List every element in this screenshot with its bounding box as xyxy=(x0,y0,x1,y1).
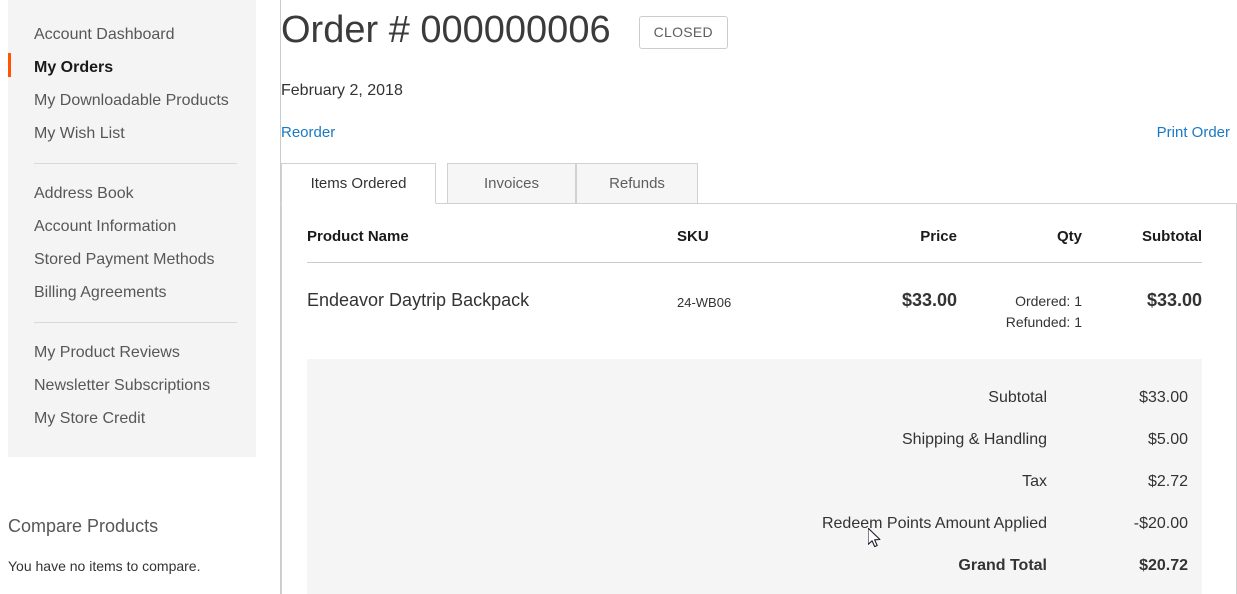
totals-value-subtotal: $33.00 xyxy=(1139,389,1188,406)
order-actions: Reorder Print Order xyxy=(281,123,1237,145)
main-content: Order # 000000006 CLOSED February 2, 201… xyxy=(281,0,1237,594)
totals-row-shipping: Shipping & Handling $5.00 xyxy=(307,419,1202,461)
cell-subtotal: $33.00 xyxy=(1146,290,1202,310)
totals-row-tax: Tax $2.72 xyxy=(307,461,1202,503)
qty-refunded-value: 1 xyxy=(1074,314,1082,330)
sidebar-item-billing-agreements[interactable]: Billing Agreements xyxy=(8,276,256,309)
table-row: Endeavor Daytrip Backpack 24-WB06 $33.00… xyxy=(307,263,1202,334)
column-header-subtotal: Subtotal xyxy=(1082,228,1202,263)
qty-ordered: Ordered: 1 xyxy=(957,291,1082,312)
totals-value-redeem-points: -$20.00 xyxy=(1133,515,1188,532)
items-ordered-panel: Product Name SKU Price Qty Subtotal Ende… xyxy=(281,203,1237,594)
totals-value-shipping: $5.00 xyxy=(1147,431,1188,448)
column-header-product-name: Product Name xyxy=(307,228,677,263)
tab-refunds[interactable]: Refunds xyxy=(576,163,698,204)
order-items-table-head: Product Name SKU Price Qty Subtotal xyxy=(307,228,1202,263)
sidebar-item-my-downloadable-products[interactable]: My Downloadable Products xyxy=(8,84,256,117)
account-nav: Account Dashboard My Orders My Downloada… xyxy=(8,0,256,457)
sidebar-item-my-product-reviews[interactable]: My Product Reviews xyxy=(8,336,256,369)
totals-value-grand-total: $20.72 xyxy=(1139,557,1188,574)
column-header-qty: Qty xyxy=(957,228,1082,263)
tab-label: Items Ordered xyxy=(310,175,407,192)
sidebar-item-label: Billing Agreements xyxy=(34,284,167,301)
tab-label: Invoices xyxy=(483,175,540,192)
order-tabs: Items Ordered Invoices Refunds xyxy=(281,163,1237,204)
sidebar-item-label: My Store Credit xyxy=(34,410,146,427)
tab-label: Refunds xyxy=(609,175,665,192)
status-badge: CLOSED xyxy=(638,15,728,49)
print-order-link[interactable]: Print Order xyxy=(1157,123,1230,143)
cell-sku: 24-WB06 xyxy=(677,295,732,310)
order-view-page: Account Dashboard My Orders My Downloada… xyxy=(0,0,1237,594)
totals-label-subtotal: Subtotal xyxy=(988,389,1047,406)
totals-label-tax: Tax xyxy=(1022,473,1047,490)
account-nav-group-2: Address Book Account Information Stored … xyxy=(8,177,256,309)
sidebar-item-newsletter-subscriptions[interactable]: Newsletter Subscriptions xyxy=(8,369,256,402)
sidebar-item-label: My Wish List xyxy=(34,125,125,142)
sidebar-item-label: My Downloadable Products xyxy=(34,92,229,109)
qty-ordered-value: 1 xyxy=(1074,293,1082,309)
tab-invoices[interactable]: Invoices xyxy=(447,163,576,204)
order-totals-body: Subtotal $33.00 Shipping & Handling $5.0… xyxy=(307,377,1202,587)
reorder-link[interactable]: Reorder xyxy=(281,123,335,143)
totals-label-grand-total: Grand Total xyxy=(958,557,1047,574)
totals-row-subtotal: Subtotal $33.00 xyxy=(307,377,1202,419)
account-nav-group-3: My Product Reviews Newsletter Subscripti… xyxy=(8,336,256,435)
cell-product-name: Endeavor Daytrip Backpack xyxy=(307,290,530,310)
cell-price: $33.00 xyxy=(901,290,957,310)
sidebar-column: Account Dashboard My Orders My Downloada… xyxy=(0,0,281,594)
qty-ordered-label: Ordered: xyxy=(1015,293,1071,309)
sidebar-item-label: Account Dashboard xyxy=(34,26,175,43)
sidebar-item-account-dashboard[interactable]: Account Dashboard xyxy=(8,18,256,51)
totals-label-redeem-points: Redeem Points Amount Applied xyxy=(821,515,1047,532)
sidebar-item-my-orders[interactable]: My Orders xyxy=(8,51,256,84)
totals-label-shipping: Shipping & Handling xyxy=(902,431,1047,448)
table-header-row: Product Name SKU Price Qty Subtotal xyxy=(307,228,1202,263)
compare-products-empty-message: You have no items to compare. xyxy=(8,558,201,574)
qty-refunded-label: Refunded: xyxy=(1005,314,1071,330)
sidebar-divider-2 xyxy=(34,322,237,323)
tab-items-ordered[interactable]: Items Ordered xyxy=(281,163,436,204)
sidebar-item-stored-payment-methods[interactable]: Stored Payment Methods xyxy=(8,243,256,276)
account-nav-group-1: Account Dashboard My Orders My Downloada… xyxy=(8,18,256,150)
sidebar-item-label: My Product Reviews xyxy=(34,344,180,361)
compare-products-title: Compare Products xyxy=(8,516,159,536)
totals-row-grand-total: Grand Total $20.72 xyxy=(307,545,1202,587)
sidebar-item-label: My Orders xyxy=(34,59,114,76)
column-header-price: Price xyxy=(822,228,957,263)
sidebar-item-label: Stored Payment Methods xyxy=(34,251,215,268)
order-items-table-body: Endeavor Daytrip Backpack 24-WB06 $33.00… xyxy=(307,263,1202,334)
qty-refunded: Refunded: 1 xyxy=(957,312,1082,333)
compare-products-block: Compare Products You have no items to co… xyxy=(8,515,256,575)
sidebar-item-my-store-credit[interactable]: My Store Credit xyxy=(8,402,256,435)
sidebar-item-label: Newsletter Subscriptions xyxy=(34,377,211,394)
cell-qty: Ordered: 1 Refunded: 1 xyxy=(957,263,1082,334)
sidebar-item-my-wish-list[interactable]: My Wish List xyxy=(8,117,256,150)
column-header-sku: SKU xyxy=(677,228,822,263)
page-title: Order # 000000006 xyxy=(281,9,611,51)
totals-row-redeem-points: Redeem Points Amount Applied -$20.00 xyxy=(307,503,1202,545)
order-items-table: Product Name SKU Price Qty Subtotal Ende… xyxy=(307,228,1202,333)
order-header: Order # 000000006 CLOSED February 2, 201… xyxy=(281,0,1237,145)
order-title-row: Order # 000000006 CLOSED xyxy=(281,0,1237,58)
sidebar-item-label: Account Information xyxy=(34,218,177,235)
order-totals-panel: Subtotal $33.00 Shipping & Handling $5.0… xyxy=(307,359,1202,594)
totals-value-tax: $2.72 xyxy=(1147,473,1188,490)
sidebar-item-account-information[interactable]: Account Information xyxy=(8,210,256,243)
sidebar-item-label: Address Book xyxy=(34,185,134,202)
sidebar-divider-1 xyxy=(34,163,237,164)
order-date: February 2, 2018 xyxy=(281,82,403,99)
order-totals-table: Subtotal $33.00 Shipping & Handling $5.0… xyxy=(307,377,1202,587)
sidebar-item-address-book[interactable]: Address Book xyxy=(8,177,256,210)
